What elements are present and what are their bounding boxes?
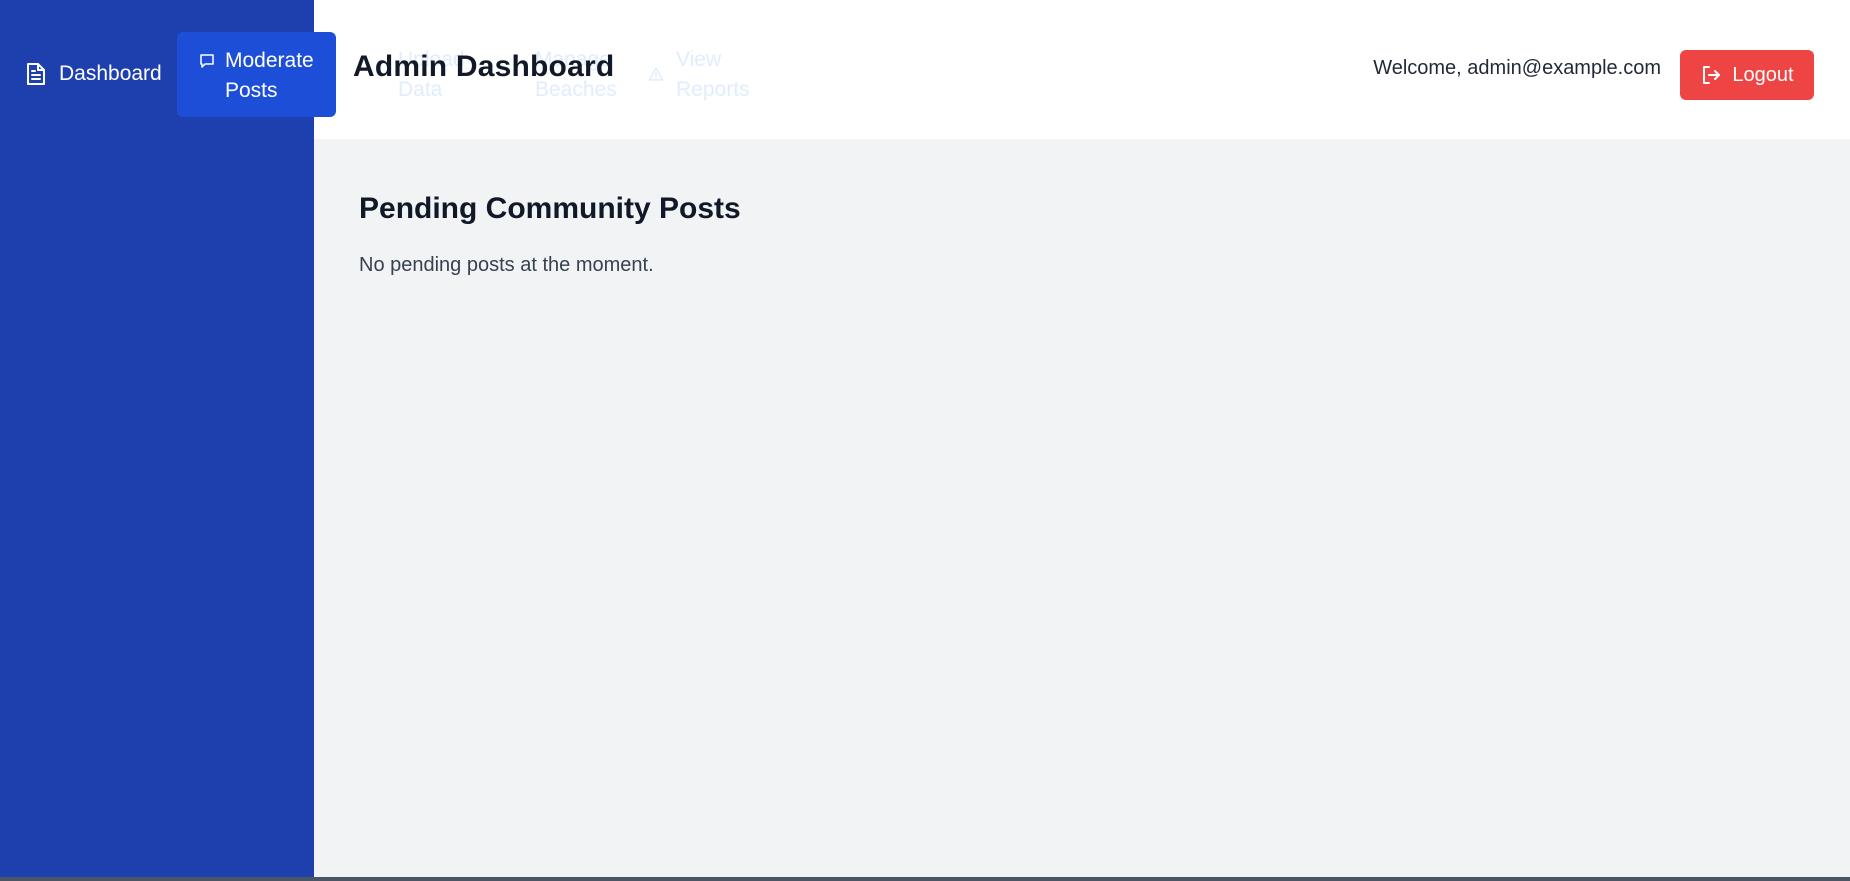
sidebar-item-label: Moderate Posts: [225, 49, 314, 102]
sidebar-item-moderate-posts[interactable]: Moderate Posts: [177, 32, 336, 117]
message-icon: [199, 53, 215, 69]
empty-state-message: No pending posts at the moment.: [359, 254, 654, 276]
warning-icon: [648, 66, 664, 82]
welcome-text: Welcome, admin@example.com: [1373, 57, 1661, 79]
page-title: Admin Dashboard: [353, 50, 615, 83]
logout-button[interactable]: Logout: [1680, 50, 1814, 100]
sidebar-item-dashboard[interactable]: Dashboard: [24, 59, 162, 89]
document-icon: [24, 62, 48, 86]
sidebar-item-view-reports[interactable]: View Reports: [648, 45, 750, 105]
logout-icon: [1700, 64, 1722, 86]
sidebar-item-label: View Reports: [676, 48, 750, 101]
section-title: Pending Community Posts: [359, 192, 741, 225]
bottom-border: [0, 877, 1850, 881]
sidebar: [0, 0, 314, 877]
sidebar-item-label: Dashboard: [59, 62, 162, 85]
logout-label: Logout: [1732, 63, 1794, 86]
